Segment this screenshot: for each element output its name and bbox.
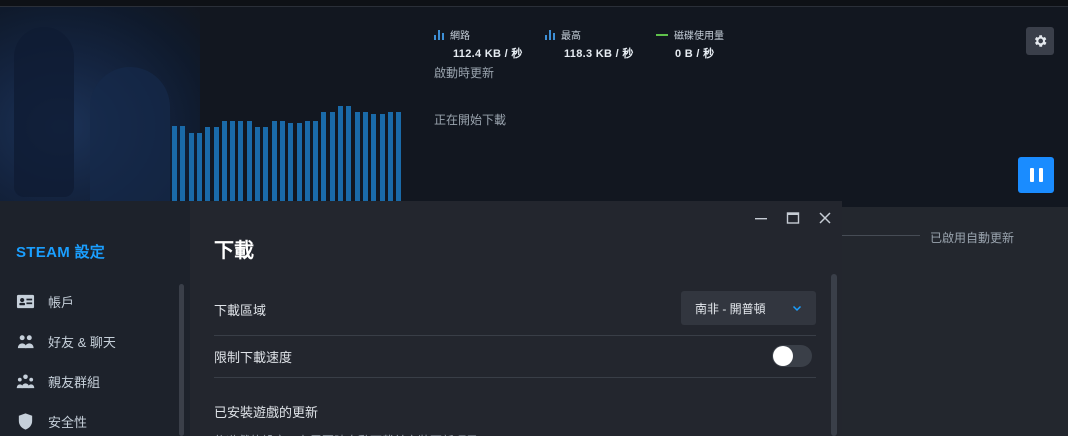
maximize-icon (786, 212, 800, 224)
graph-bar (371, 114, 377, 201)
installed-updates-label: 已安裝遊戲的更新 (214, 405, 319, 420)
auto-update-status: 已啟用自動更新 (930, 231, 1015, 245)
graph-bar (263, 127, 269, 201)
bar-chart-icon (545, 29, 555, 40)
sidebar-item-family[interactable]: 親友群組 (16, 372, 100, 391)
line-legend-icon (656, 33, 668, 36)
download-region-select[interactable]: 南非 - 開普頓 (681, 291, 816, 325)
limit-speed-row: 限制下載速度 (214, 347, 816, 367)
settings-gear-button[interactable] (1026, 27, 1054, 55)
sidebar-scrollbar[interactable] (179, 284, 184, 436)
download-region-label: 下載區域 (214, 303, 267, 318)
download-graph (172, 100, 412, 201)
sidebar-item-security[interactable]: 安全性 (16, 412, 87, 431)
gear-icon (1034, 35, 1047, 47)
stat-peak-value: 118.3 KB / 秒 (564, 48, 634, 60)
stat-network-label: 網路 (450, 31, 470, 42)
stat-peak: 最高 118.3 KB / 秒 (545, 27, 634, 61)
graph-bar (213, 127, 219, 201)
stat-disk: 磁碟使用量 0 B / 秒 (656, 27, 724, 61)
stat-network-value: 112.4 KB / 秒 (453, 48, 523, 60)
friends-icon (17, 335, 34, 349)
graph-bar (221, 121, 227, 201)
graph-bar (205, 127, 211, 201)
graph-bar (346, 106, 352, 201)
graph-bar (180, 126, 186, 201)
installed-updates-description: 依遊戲的設定，在需要時自動下載並安裝更新項目 (214, 432, 478, 436)
limit-speed-toggle[interactable] (772, 345, 812, 367)
graph-bar (188, 133, 194, 201)
game-artwork (0, 7, 200, 207)
chevron-down-icon (792, 305, 802, 312)
shield-icon (18, 413, 33, 430)
graph-bar (387, 112, 393, 201)
graph-bar (230, 121, 236, 201)
limit-speed-label: 限制下載速度 (214, 350, 293, 365)
graph-bar (396, 112, 402, 201)
stat-disk-label: 磁碟使用量 (674, 31, 724, 42)
download-region-value: 南非 - 開普頓 (695, 301, 766, 316)
graph-bar (255, 127, 260, 201)
graph-bar (354, 112, 360, 201)
family-group-icon (16, 374, 35, 389)
graph-bar (329, 112, 335, 201)
page-title: 下載 (214, 240, 254, 262)
window-controls (752, 209, 834, 227)
sidebar-item-label: 帳戶 (48, 295, 75, 310)
minimize-button[interactable] (752, 209, 770, 227)
sidebar-item-label: 親友群組 (48, 375, 101, 390)
settings-title: STEAM 設定 (16, 244, 106, 261)
sidebar-item-friends-chat[interactable]: 好友 & 聊天 (16, 332, 116, 351)
pause-icon (1029, 168, 1034, 182)
graph-bar (196, 133, 202, 201)
graph-bar (288, 123, 294, 201)
graph-bar (271, 121, 277, 201)
close-icon (819, 212, 831, 224)
graph-bar (338, 106, 343, 201)
sidebar-item-label: 好友 & 聊天 (48, 335, 116, 350)
graph-bar (279, 121, 285, 201)
sidebar-item-account[interactable]: 帳戶 (16, 292, 74, 311)
divider-line (842, 235, 920, 236)
stat-peak-label: 最高 (561, 31, 581, 42)
settings-sidebar: STEAM 設定 帳戶 好友 & 聊天 親友群組 安全性 (0, 201, 190, 436)
installed-updates-row: 已安裝遊戲的更新 (214, 402, 816, 422)
close-button[interactable] (816, 209, 834, 227)
steam-window: 網路 112.4 KB / 秒 最高 118.3 KB / 秒 磁碟使用量 0 … (0, 0, 1068, 436)
graph-bar (313, 121, 319, 201)
top-strip (0, 0, 1068, 7)
maximize-button[interactable] (784, 209, 802, 227)
graph-bar (172, 126, 177, 201)
graph-bar (321, 112, 327, 201)
divider (214, 377, 816, 378)
bar-chart-icon (434, 29, 444, 40)
account-card-icon (16, 294, 35, 309)
starting-download-text: 正在開始下載 (434, 113, 507, 127)
toggle-knob (773, 346, 793, 366)
divider (214, 335, 816, 336)
sidebar-item-label: 安全性 (48, 415, 88, 430)
update-on-launch-text: 啟動時更新 (434, 66, 495, 80)
stat-network: 網路 112.4 KB / 秒 (434, 27, 523, 61)
graph-bar (304, 121, 310, 201)
minimize-icon (755, 218, 767, 220)
graph-bar (379, 114, 385, 201)
panel-scrollbar[interactable] (831, 274, 837, 436)
graph-bar (362, 112, 368, 201)
pause-download-button[interactable] (1018, 157, 1054, 193)
graph-bar (296, 123, 302, 201)
settings-panel: 下載 下載區域 南非 - 開普頓 限制下載速度 已安裝遊戲的更新 依遊戲的設定，… (190, 201, 842, 436)
stat-disk-value: 0 B / 秒 (675, 48, 715, 60)
graph-bar (246, 121, 252, 201)
graph-bar (238, 121, 244, 201)
